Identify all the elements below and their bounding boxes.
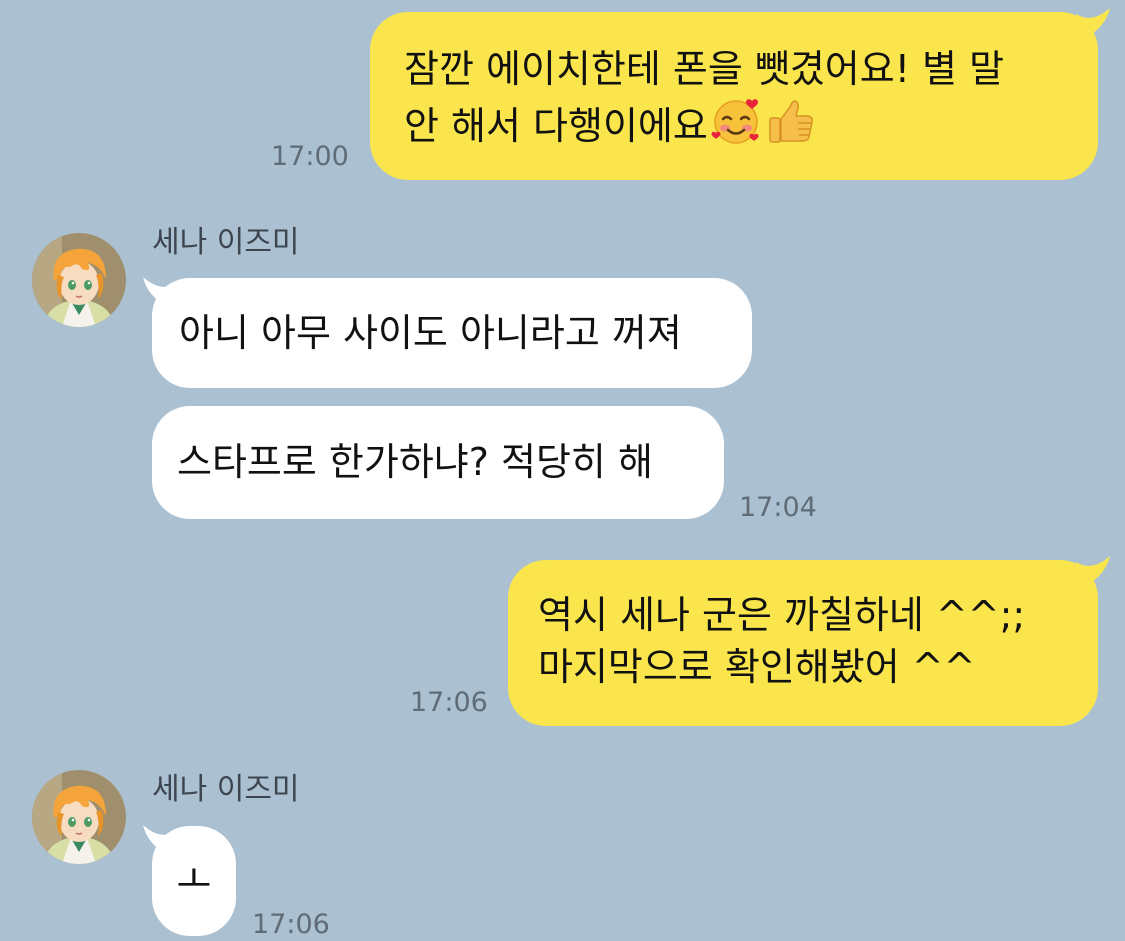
- message-text-line: 잠깐 에이치한테 폰을 뺏겼어요! 별 말: [404, 47, 1005, 91]
- message-bubble-sent[interactable]: 잠깐 에이치한테 폰을 뺏겼어요! 별 말 안 해서 다행이에요: [370, 12, 1098, 180]
- message-text: 스타프로 한가하냐? 적당히 해: [177, 440, 653, 484]
- thumbs-up-emoji: [764, 95, 816, 160]
- sender-name: 세나 이즈미: [152, 772, 300, 807]
- message-bubble-received[interactable]: 스타프로 한가하냐? 적당히 해: [152, 406, 724, 519]
- message-bubble-sent[interactable]: 역시 세나 군은 까칠하네 ^^;; 마지막으로 확인해봤어 ^^: [508, 560, 1098, 726]
- message-text-line: 안 해서 다행이에요: [404, 104, 708, 148]
- message-text-line-group: 안 해서 다행이에요: [404, 95, 1064, 160]
- message-text-line: 마지막으로 확인해봤어 ^^: [538, 645, 976, 689]
- avatar[interactable]: [32, 233, 126, 327]
- message-timestamp: 17:06: [252, 909, 330, 940]
- message-bubble-received[interactable]: 아니 아무 사이도 아니라고 꺼져: [152, 278, 752, 388]
- sender-name: 세나 이즈미: [152, 225, 300, 260]
- message-text: 아니 아무 사이도 아니라고 꺼져: [179, 311, 682, 355]
- message-bubble-received[interactable]: ㅗ: [152, 826, 236, 936]
- message-text: ㅗ: [176, 858, 212, 902]
- message-timestamp: 17:06: [410, 687, 488, 718]
- smiling-face-with-hearts-emoji: [710, 95, 762, 160]
- avatar[interactable]: [32, 770, 126, 864]
- message-timestamp: 17:04: [739, 492, 817, 523]
- message-text-line: 역시 세나 군은 까칠하네 ^^;;: [538, 593, 1026, 637]
- message-timestamp: 17:00: [271, 141, 349, 172]
